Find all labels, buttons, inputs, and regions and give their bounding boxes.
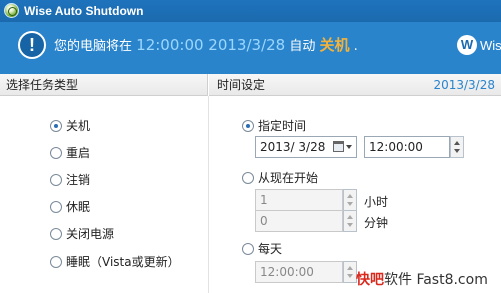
brand-logo[interactable]: W Wis (457, 35, 501, 55)
radio-daily[interactable]: 每天 (242, 240, 282, 257)
specified-time-spinner[interactable] (450, 136, 464, 158)
hours-value: 1 (260, 193, 268, 207)
calendar-icon (333, 141, 344, 152)
hours-spinner[interactable] (343, 189, 357, 211)
daily-time-spinner[interactable] (343, 261, 357, 283)
current-date: 2013/3/28 (433, 78, 495, 92)
radio-restart[interactable]: 重启 (50, 144, 90, 161)
radio-indicator (50, 255, 62, 268)
hours-unit: 小时 (364, 195, 389, 209)
radio-specified-time[interactable]: 指定时间 (242, 117, 306, 134)
status-mid: 自动 (289, 39, 316, 54)
date-picker[interactable]: 2013/ 3/28 (255, 136, 357, 158)
radio-shutdown[interactable]: 关机 (50, 117, 90, 134)
radio-sleep[interactable]: 睡眠（Vista或更新） (50, 253, 180, 270)
radio-indicator (50, 200, 62, 213)
radio-indicator (50, 227, 62, 240)
radio-hibernate[interactable]: 休眠 (50, 198, 90, 215)
watermark: 快吧软件 Fast8.com (356, 269, 488, 289)
task-type-header-label: 选择任务类型 (6, 78, 79, 92)
panel-divider (208, 96, 209, 293)
status-time: 12:00:00 2013/3/28 (136, 36, 286, 54)
radio-label: 休眠 (66, 200, 91, 214)
radio-label: 睡眠（Vista或更新） (66, 255, 180, 269)
daily-time-input[interactable]: 12:00:00 (255, 261, 343, 283)
watermark-highlight: 快吧 (356, 272, 384, 288)
radio-power-off[interactable]: 关闭电源 (50, 225, 114, 242)
radio-from-now[interactable]: 从现在开始 (242, 169, 318, 186)
chevron-down-icon (346, 145, 352, 149)
shutdown-status-text: 您的电脑将在 12:00:00 2013/3/28 自动 关机 . (54, 36, 358, 56)
window-title: Wise Auto Shutdown (24, 4, 144, 18)
specified-time-value: 12:00:00 (369, 140, 423, 154)
radio-indicator (50, 119, 62, 132)
radio-label: 重启 (66, 146, 91, 160)
radio-indicator (242, 119, 254, 132)
status-prefix: 您的电脑将在 (54, 39, 133, 54)
radio-indicator (50, 173, 62, 186)
radio-label: 指定时间 (258, 119, 307, 133)
time-settings-header-label: 时间设定 (217, 78, 266, 92)
date-value: 2013/ 3/28 (260, 140, 326, 154)
radio-label: 从现在开始 (258, 171, 319, 185)
radio-indicator (242, 171, 254, 184)
task-type-header: 选择任务类型 (0, 74, 208, 96)
radio-label: 每天 (258, 242, 283, 256)
radio-indicator (242, 242, 254, 255)
minutes-spinner[interactable] (343, 210, 357, 232)
radio-indicator (50, 146, 62, 159)
app-logo-icon (4, 3, 19, 18)
wise-logo-icon: W (457, 35, 477, 55)
specified-time-input[interactable]: 12:00:00 (364, 136, 450, 158)
minutes-value: 0 (260, 214, 268, 228)
title-bar: Wise Auto Shutdown (0, 0, 501, 22)
watermark-text: 软件 Fast8.com (384, 272, 488, 288)
time-settings-header: 时间设定 2013/3/28 (209, 74, 501, 96)
status-banner: ! 您的电脑将在 12:00:00 2013/3/28 自动 关机 . W Wis (0, 22, 501, 74)
status-suffix: . (353, 39, 358, 54)
daily-time-value: 12:00:00 (260, 265, 314, 279)
brand-text: Wis (480, 37, 501, 53)
info-icon: ! (18, 31, 46, 59)
radio-label: 注销 (66, 173, 91, 187)
hours-input[interactable]: 1 (255, 189, 343, 211)
minutes-unit: 分钟 (364, 216, 389, 230)
calendar-dropdown-button[interactable] (333, 138, 355, 156)
minutes-input[interactable]: 0 (255, 210, 343, 232)
radio-logoff[interactable]: 注销 (50, 171, 90, 188)
radio-label: 关闭电源 (66, 227, 115, 241)
status-action: 关机 (319, 36, 350, 54)
radio-label: 关机 (66, 119, 91, 133)
